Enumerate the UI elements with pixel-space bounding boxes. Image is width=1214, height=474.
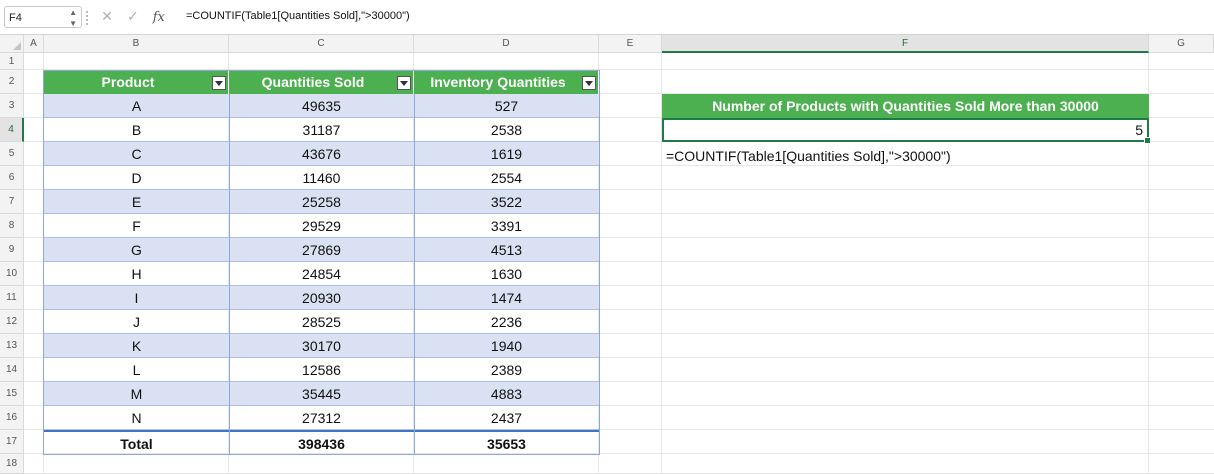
table-cell[interactable]: K: [44, 334, 229, 358]
table-cell[interactable]: 1630: [414, 262, 599, 286]
row-header[interactable]: 8: [0, 214, 24, 238]
table-cell[interactable]: 2437: [414, 406, 599, 430]
table-column-divider: [229, 94, 230, 454]
result-cell-selected[interactable]: 5: [662, 118, 1151, 144]
table-cell[interactable]: 2554: [414, 166, 599, 190]
confirm-icon[interactable]: ✓: [122, 8, 144, 25]
table-cell[interactable]: 3391: [414, 214, 599, 238]
table-header-cell[interactable]: Inventory Quantities: [414, 71, 599, 94]
name-box[interactable]: F4 ▲ ▼: [4, 6, 82, 28]
table-cell[interactable]: G: [44, 238, 229, 262]
row-header[interactable]: 14: [0, 358, 24, 382]
row-header[interactable]: 1: [0, 53, 24, 70]
table-header-cell[interactable]: Quantities Sold: [229, 71, 414, 94]
table-cell[interactable]: 35445: [229, 382, 414, 406]
table-cell[interactable]: N: [44, 406, 229, 430]
column-header-f[interactable]: F: [662, 35, 1149, 53]
table-cell[interactable]: 2236: [414, 310, 599, 334]
table-header-cell[interactable]: Product: [44, 71, 229, 94]
name-box-stepper-icon[interactable]: ▲ ▼: [69, 7, 77, 29]
table-cell[interactable]: 24854: [229, 262, 414, 286]
gridline: [24, 69, 1214, 70]
table-cell[interactable]: 527: [414, 94, 599, 118]
table-cell[interactable]: 49635: [229, 94, 414, 118]
row-header[interactable]: 9: [0, 238, 24, 262]
row-header[interactable]: 18: [0, 454, 24, 474]
table-cell[interactable]: L: [44, 358, 229, 382]
table-cell[interactable]: 1940: [414, 334, 599, 358]
table-total-cell[interactable]: Total: [44, 430, 229, 454]
row-header[interactable]: 15: [0, 382, 24, 406]
table-cell[interactable]: M: [44, 382, 229, 406]
formula-bar-grip[interactable]: [86, 11, 91, 25]
column-header-d[interactable]: D: [414, 35, 599, 53]
table-cell[interactable]: 43676: [229, 142, 414, 166]
table-cell[interactable]: 11460: [229, 166, 414, 190]
table-cell[interactable]: E: [44, 190, 229, 214]
table-cell[interactable]: 1619: [414, 142, 599, 166]
row-header[interactable]: 13: [0, 334, 24, 358]
table-cell[interactable]: A: [44, 94, 229, 118]
table-cell[interactable]: 3522: [414, 190, 599, 214]
table-cell[interactable]: 2389: [414, 358, 599, 382]
select-all-button[interactable]: [0, 35, 24, 53]
row-header[interactable]: 7: [0, 190, 24, 214]
table-cell[interactable]: 31187: [229, 118, 414, 142]
insert-function-icon[interactable]: fx: [148, 10, 170, 25]
formula-bar: F4 ▲ ▼ ✕ ✓ fx =COUNTIF(Table1[Quantities …: [0, 0, 1214, 35]
table-cell[interactable]: 27312: [229, 406, 414, 430]
column-header-e[interactable]: E: [599, 35, 662, 53]
row-header[interactable]: 12: [0, 310, 24, 334]
table-cell[interactable]: B: [44, 118, 229, 142]
cancel-icon[interactable]: ✕: [96, 8, 118, 25]
column-header-a[interactable]: A: [24, 35, 44, 53]
row-header[interactable]: 17: [0, 430, 24, 454]
row-header[interactable]: 3: [0, 94, 24, 118]
table-cell[interactable]: 20930: [229, 286, 414, 310]
table-cell[interactable]: 12586: [229, 358, 414, 382]
column-header-c[interactable]: C: [229, 35, 414, 53]
table-cell[interactable]: 30170: [229, 334, 414, 358]
formula-input[interactable]: =COUNTIF(Table1[Quantities Sold],">30000…: [186, 10, 410, 22]
table-cell[interactable]: 1474: [414, 286, 599, 310]
table-cell[interactable]: 28525: [229, 310, 414, 334]
column-header-g[interactable]: G: [1149, 35, 1214, 53]
table-cell[interactable]: 4883: [414, 382, 599, 406]
name-box-value: F4: [9, 12, 22, 24]
filter-dropdown-icon[interactable]: [582, 76, 596, 90]
row-header[interactable]: 2: [0, 70, 24, 94]
row-header[interactable]: 4: [0, 118, 24, 142]
row-header[interactable]: 16: [0, 406, 24, 430]
table-cell[interactable]: 4513: [414, 238, 599, 262]
table-cell[interactable]: I: [44, 286, 229, 310]
row-header[interactable]: 11: [0, 286, 24, 310]
table-total-cell[interactable]: 398436: [229, 430, 414, 454]
table-total-cell[interactable]: 35653: [414, 430, 599, 454]
table-cell[interactable]: 27869: [229, 238, 414, 262]
table-cell[interactable]: C: [44, 142, 229, 166]
table-header-label: Quantities Sold: [261, 74, 365, 90]
table-column-divider: [414, 94, 415, 454]
column-header-b[interactable]: B: [44, 35, 229, 53]
result-formula-text[interactable]: =COUNTIF(Table1[Quantities Sold],">30000…: [666, 148, 951, 164]
row-header[interactable]: 5: [0, 142, 24, 166]
table-cell[interactable]: H: [44, 262, 229, 286]
table-header-label: Inventory Quantities: [430, 74, 566, 90]
table-cell[interactable]: J: [44, 310, 229, 334]
table-header-label: Product: [101, 74, 155, 90]
table-cell[interactable]: F: [44, 214, 229, 238]
result-header[interactable]: Number of Products with Quantities Sold …: [662, 94, 1149, 118]
table-cell[interactable]: D: [44, 166, 229, 190]
filter-dropdown-icon[interactable]: [397, 76, 411, 90]
row-header[interactable]: 10: [0, 262, 24, 286]
filter-dropdown-icon[interactable]: [212, 76, 226, 90]
table-cell[interactable]: 2538: [414, 118, 599, 142]
table-cell[interactable]: 25258: [229, 190, 414, 214]
result-value: 5: [1135, 122, 1143, 138]
row-header[interactable]: 6: [0, 166, 24, 190]
table-cell[interactable]: 29529: [229, 214, 414, 238]
